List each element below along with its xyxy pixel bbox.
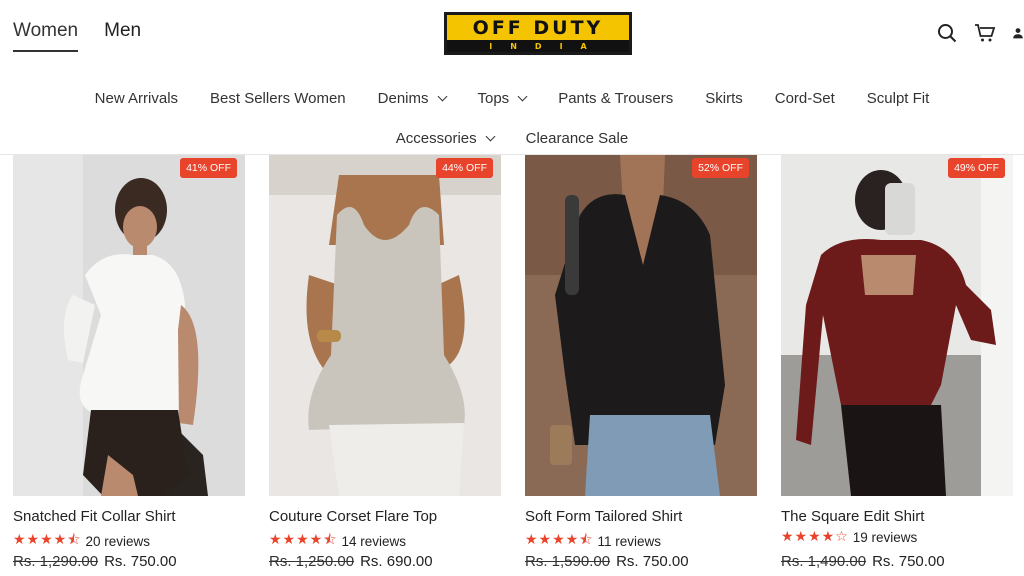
- discount-badge: 44% OFF: [436, 158, 493, 178]
- product-title[interactable]: Couture Corset Flare Top: [269, 508, 437, 525]
- nav-new-arrivals[interactable]: New Arrivals: [79, 90, 194, 107]
- review-count: 20 reviews: [85, 533, 150, 549]
- nav-label: Pants & Trousers: [558, 89, 674, 107]
- nav-cord-set[interactable]: Cord-Set: [759, 90, 851, 107]
- nav-tops[interactable]: Tops: [462, 90, 543, 107]
- logo-main-text: OFF DUTY: [472, 17, 604, 39]
- nav-skirts[interactable]: Skirts: [689, 90, 759, 107]
- product-card[interactable]: 52% OFF Soft Form Tailored Shirt ★★★★⯪ 1…: [525, 155, 757, 570]
- nav-label: Sculpt Fit: [866, 89, 930, 107]
- cart-icon[interactable]: [974, 22, 996, 44]
- nav-clearance-sale[interactable]: Clearance Sale: [510, 130, 645, 147]
- product-image[interactable]: 44% OFF: [269, 155, 501, 496]
- product-rating: ★★★★⯪ 14 reviews: [269, 529, 406, 553]
- product-title[interactable]: The Square Edit Shirt: [781, 508, 924, 525]
- chevron-down-icon: [437, 91, 447, 101]
- nav-row-1: New Arrivals Best Sellers Women Denims T…: [0, 78, 1024, 118]
- product-card[interactable]: 41% OFF Snatched Fit Collar Shirt ★★★★⯪ …: [13, 155, 245, 570]
- nav-label: Accessories: [395, 129, 477, 147]
- nav-best-sellers-women[interactable]: Best Sellers Women: [194, 90, 362, 107]
- nav-row-2: Accessories Clearance Sale: [0, 118, 1024, 158]
- product-rating: ★★★★⯪ 11 reviews: [525, 529, 661, 553]
- sale-price: Rs. 750.00: [104, 553, 177, 570]
- nav-denims[interactable]: Denims: [362, 90, 462, 107]
- logo-sub-text: INDIA: [489, 41, 605, 51]
- nav-label: Cord-Set: [774, 89, 835, 107]
- review-count: 14 reviews: [341, 533, 406, 549]
- product-grid: 41% OFF Snatched Fit Collar Shirt ★★★★⯪ …: [13, 155, 1024, 576]
- nav-pants-trousers[interactable]: Pants & Trousers: [542, 90, 689, 107]
- nav-label: Denims: [377, 89, 429, 107]
- chevron-down-icon: [517, 91, 528, 101]
- chevron-down-icon: [485, 131, 496, 141]
- nav-label: Best Sellers Women: [210, 89, 346, 107]
- original-price: Rs. 1,250.00: [269, 553, 355, 570]
- brand-logo[interactable]: OFF DUTY INDIA: [444, 12, 632, 55]
- product-image[interactable]: 52% OFF: [525, 155, 757, 496]
- header-icons: [936, 22, 1024, 44]
- search-icon[interactable]: [936, 22, 958, 44]
- discount-badge: 52% OFF: [692, 158, 749, 178]
- nav-accessories[interactable]: Accessories: [380, 130, 510, 147]
- product-price: Rs. 1,590.00 Rs. 750.00: [525, 553, 689, 570]
- original-price: Rs. 1,590.00: [525, 553, 611, 570]
- star-rating-icon: ★★★★⯪: [269, 532, 338, 548]
- account-icon[interactable]: [1012, 22, 1024, 44]
- sale-price: Rs. 750.00: [872, 553, 945, 570]
- star-rating-icon: ★★★★☆: [781, 529, 849, 545]
- product-card[interactable]: 44% OFF Couture Corset Flare Top ★★★★⯪ 1…: [269, 155, 501, 570]
- tab-women[interactable]: Women: [13, 20, 79, 52]
- review-count: 11 reviews: [597, 533, 661, 549]
- gender-tabs: Women Men: [13, 20, 141, 52]
- logo-sub-band: INDIA: [447, 40, 629, 52]
- product-price: Rs. 1,290.00 Rs. 750.00: [13, 553, 177, 570]
- review-count: 19 reviews: [852, 529, 918, 545]
- nav-label: Skirts: [705, 89, 743, 107]
- original-price: Rs. 1,290.00: [13, 553, 99, 570]
- nav-label: Clearance Sale: [525, 129, 629, 147]
- original-price: Rs. 1,490.00: [781, 553, 867, 570]
- nav-sculpt-fit[interactable]: Sculpt Fit: [851, 90, 946, 107]
- product-title[interactable]: Snatched Fit Collar Shirt: [13, 508, 176, 525]
- main-nav: New Arrivals Best Sellers Women Denims T…: [0, 78, 1024, 158]
- product-price: Rs. 1,490.00 Rs. 750.00: [781, 553, 945, 570]
- product-card[interactable]: 49% OFF The Square Edit Shirt ★★★★☆ 19 r…: [781, 155, 1013, 570]
- site-header: Women Men OFF DUTY INDIA New Arrivals Be…: [0, 0, 1024, 155]
- sale-price: Rs. 690.00: [360, 553, 433, 570]
- star-rating-icon: ★★★★⯪: [525, 532, 594, 548]
- product-rating: ★★★★⯪ 20 reviews: [13, 529, 150, 553]
- discount-badge: 49% OFF: [948, 158, 1005, 178]
- tab-men[interactable]: Men: [104, 20, 141, 52]
- product-image[interactable]: 41% OFF: [13, 155, 245, 496]
- sale-price: Rs. 750.00: [616, 553, 689, 570]
- product-title[interactable]: Soft Form Tailored Shirt: [525, 508, 682, 525]
- product-price: Rs. 1,250.00 Rs. 690.00: [269, 553, 433, 570]
- product-rating: ★★★★☆ 19 reviews: [781, 529, 917, 545]
- product-image[interactable]: 49% OFF: [781, 155, 1013, 496]
- nav-label: New Arrivals: [94, 89, 179, 107]
- discount-badge: 41% OFF: [180, 158, 237, 178]
- star-rating-icon: ★★★★⯪: [13, 532, 82, 548]
- nav-label: Tops: [477, 89, 510, 107]
